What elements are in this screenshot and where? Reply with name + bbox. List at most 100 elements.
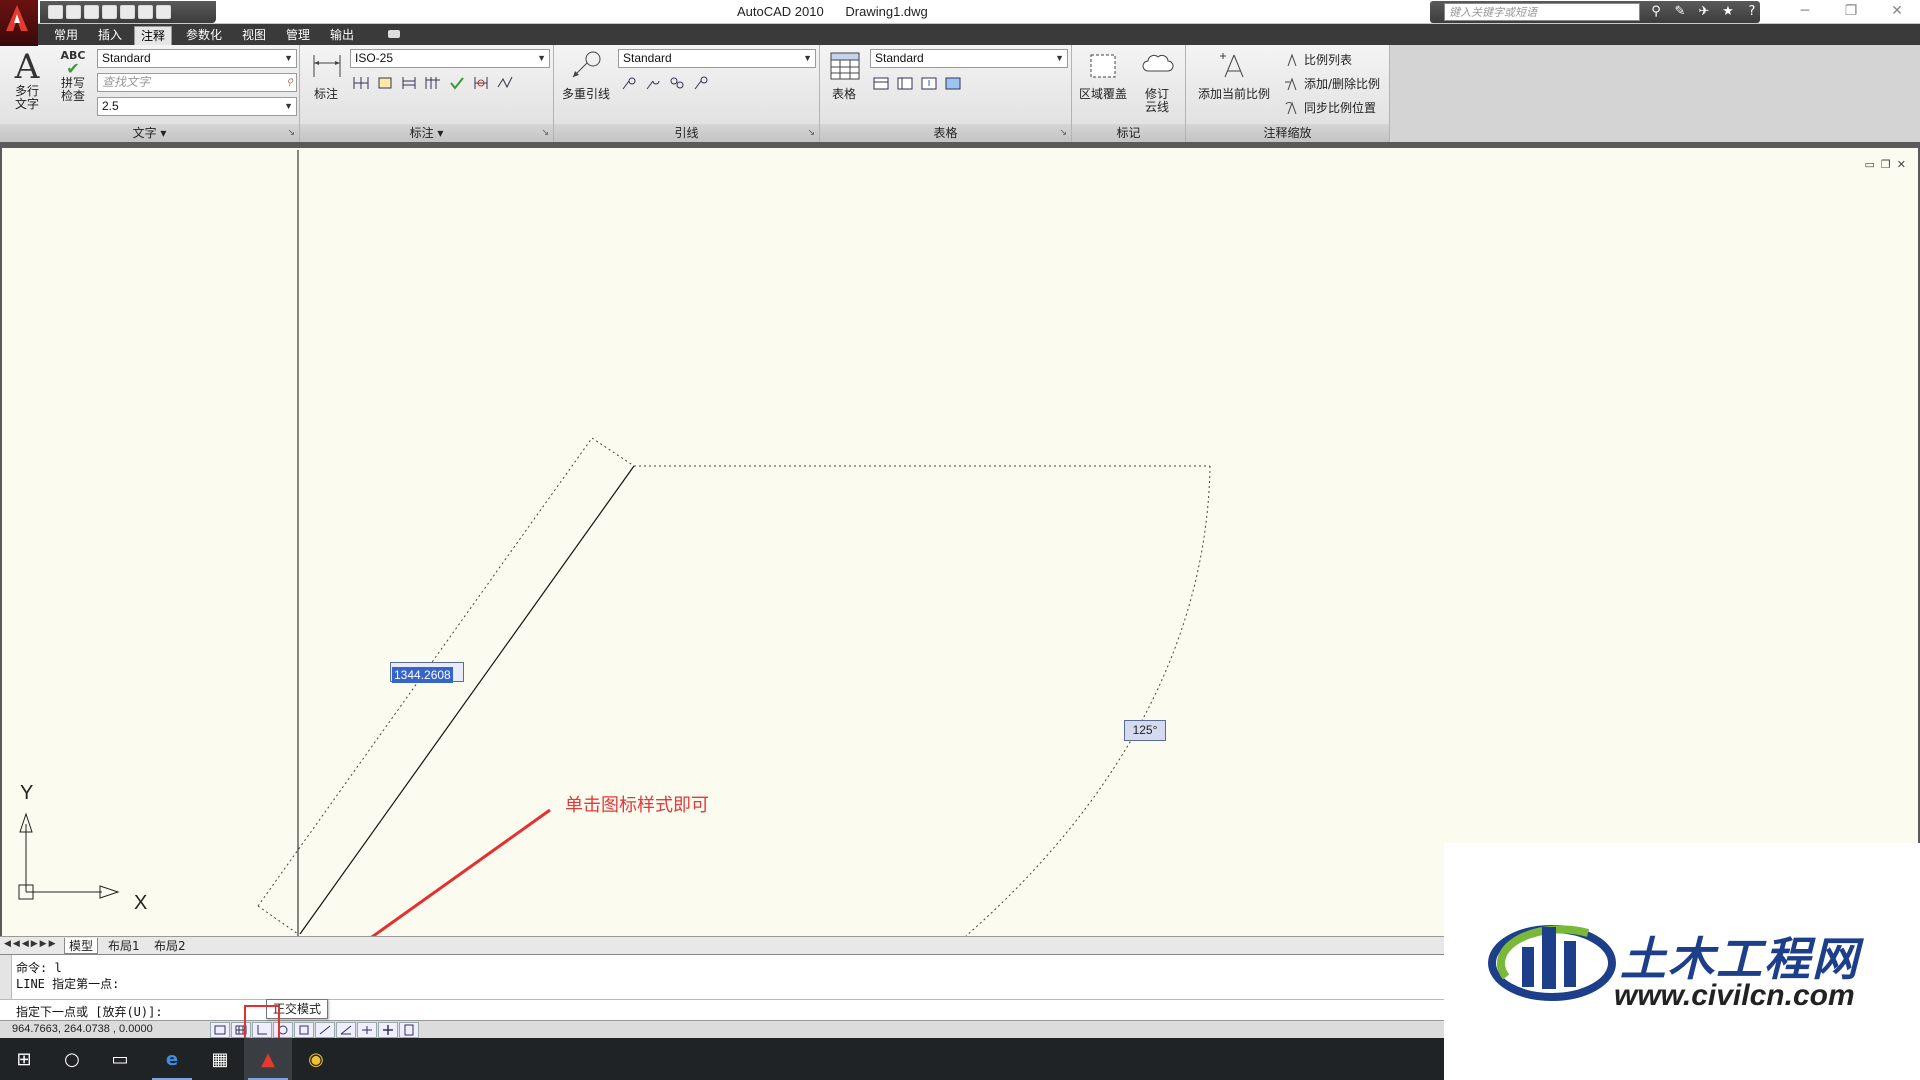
cortana-search-icon[interactable]: ○ (48, 1038, 96, 1080)
text-panel-footer[interactable]: 文字 ▾ ↘ (0, 124, 299, 142)
mleader-style-select[interactable]: Standard ▼ (618, 49, 816, 68)
ducs-icon[interactable] (336, 1022, 356, 1038)
dimensions-panel-footer[interactable]: 标注 ▾ ↘ (300, 124, 553, 142)
inspect-dim-icon[interactable] (470, 73, 492, 93)
layout-nav-arrows-icon[interactable]: ◀◀◀▶▶▶ (4, 939, 58, 949)
add-current-scale-button[interactable]: 添加当前比例 (1196, 49, 1272, 101)
multileader-button[interactable]: 多重引线 (560, 49, 612, 101)
annotation-arrow (370, 808, 551, 936)
dynamic-input-icon[interactable] (357, 1022, 377, 1038)
snap-mode-icon[interactable] (210, 1022, 230, 1038)
annotation-scaling-panel: 添加当前比例 比例列表 添加/删除比例 同步比例位置 注释缩放 (1186, 45, 1390, 142)
new-icon[interactable] (48, 5, 63, 19)
jogged-dim-icon[interactable] (494, 73, 516, 93)
command-history-line: 命令: l (16, 961, 62, 975)
add-delete-scales-button[interactable]: 添加/删除比例 (1284, 75, 1380, 92)
link-data-icon[interactable] (894, 73, 916, 93)
tab-layout2[interactable]: 布局2 (150, 938, 190, 954)
restore-button[interactable]: ❐ (1828, 0, 1874, 24)
help-icon[interactable]: ? (1744, 4, 1760, 20)
find-text-input[interactable]: 查找文字 ⚲ (97, 73, 297, 92)
redo-icon[interactable] (120, 5, 135, 19)
coordinate-readout[interactable]: 964.7663, 264.0738 , 0.0000 (12, 1023, 153, 1035)
baseline-dim-icon[interactable] (398, 73, 420, 93)
quick-properties-icon[interactable] (399, 1022, 419, 1038)
binoculars-icon[interactable]: ⚲ (1648, 4, 1664, 20)
dim-tools-row (350, 73, 516, 93)
remove-leader-icon[interactable] (642, 73, 664, 93)
drawing-restore-icon[interactable]: ❐ (1881, 158, 1891, 171)
drawing-close-icon[interactable]: ✕ (1897, 158, 1906, 171)
quick-dim-icon[interactable] (350, 73, 372, 93)
collect-leaders-icon[interactable] (690, 73, 712, 93)
add-leader-icon[interactable] (618, 73, 640, 93)
command-prompt-input[interactable]: 指定下一点或 [放弃(U)]: (16, 1003, 163, 1020)
object-snap-icon[interactable] (294, 1022, 314, 1038)
annotation-scaling-panel-footer[interactable]: 注释缩放 (1186, 124, 1389, 142)
tab-manage[interactable]: 管理 (280, 26, 316, 45)
calculator-icon[interactable]: ▦ (196, 1038, 244, 1080)
tab-output[interactable]: 输出 (324, 26, 360, 45)
ribbon-minimize-icon[interactable] (388, 30, 400, 38)
open-icon[interactable] (66, 5, 81, 19)
tab-layout1[interactable]: 布局1 (104, 938, 144, 954)
revcloud-button[interactable]: 修订云线 (1132, 49, 1182, 114)
plot-icon[interactable] (138, 5, 153, 19)
dimension-button[interactable]: 标注 (310, 49, 342, 101)
align-leaders-icon[interactable] (666, 73, 688, 93)
table-button[interactable]: 表格 (828, 49, 860, 101)
edge-browser-icon[interactable]: e (148, 1038, 196, 1080)
drawing-minimize-icon[interactable]: ▭ (1865, 158, 1875, 171)
otrack-icon[interactable] (315, 1022, 335, 1038)
task-view-icon[interactable]: ▭ (96, 1038, 144, 1080)
dim-space-icon[interactable] (422, 73, 444, 93)
search-input[interactable]: 键入关键字或短语 (1444, 3, 1640, 21)
autocad-logo-icon (6, 5, 28, 31)
mtext-button[interactable]: A 多行文字 (10, 49, 44, 111)
command-history-line: LINE 指定第一点: (16, 977, 120, 991)
tab-model[interactable]: 模型 (64, 938, 99, 954)
revcloud-icon (1142, 54, 1174, 72)
spell-check-button[interactable]: ABC ✔ 拼写检查 (56, 49, 90, 103)
scale-list-button[interactable]: 比例列表 (1284, 51, 1352, 68)
command-window-handle[interactable] (0, 955, 12, 999)
length-dynamic-input[interactable]: 1344.2608 (390, 662, 464, 683)
drawing-canvas[interactable]: ▭ ❐ ✕ 1344.2608 125° 单击图标样式即可 Y X (2, 148, 1918, 936)
favorites-icon[interactable]: ★ (1720, 4, 1736, 20)
windows-start-icon[interactable]: ⊞ (0, 1038, 48, 1080)
tab-home[interactable]: 常用 (48, 26, 84, 45)
upload-data-icon[interactable] (942, 73, 964, 93)
wrench-icon[interactable]: ✎ (1672, 4, 1688, 20)
sync-scale-positions-button[interactable]: 同步比例位置 (1284, 99, 1376, 116)
undo-icon[interactable] (102, 5, 117, 19)
tab-parametric[interactable]: 参数化 (180, 26, 228, 45)
lineweight-icon[interactable] (378, 1022, 398, 1038)
markup-panel-footer[interactable]: 标记 (1072, 124, 1185, 142)
dim-style-select[interactable]: ISO-25 ▼ (350, 49, 550, 68)
drafting-settings-buttons (210, 1022, 419, 1038)
minimize-button[interactable]: ─ (1782, 0, 1828, 24)
ribbon-empty-area (1390, 45, 1920, 142)
scale-list-icon (1287, 53, 1297, 66)
communication-center-icon[interactable]: ✈ (1696, 4, 1712, 20)
tables-panel-footer[interactable]: 表格 ↘ (820, 124, 1071, 142)
continue-dim-icon[interactable] (374, 73, 396, 93)
extract-data-icon[interactable] (870, 73, 892, 93)
tables-panel: 表格 Standard ▼ 表格 ↘ (820, 45, 1072, 142)
leaders-panel-footer[interactable]: 引线 ↘ (554, 124, 819, 142)
wipeout-button[interactable]: 区域覆盖 (1078, 49, 1128, 101)
text-style-select[interactable]: Standard ▼ (97, 49, 297, 68)
dim-break-icon[interactable] (446, 73, 468, 93)
download-data-icon[interactable] (918, 73, 940, 93)
save-icon[interactable] (84, 5, 99, 19)
autocad-taskbar-icon[interactable]: ▲ (244, 1038, 292, 1080)
tab-insert[interactable]: 插入 (92, 26, 128, 45)
text-height-select[interactable]: 2.5 ▼ (97, 97, 297, 116)
tab-view[interactable]: 视图 (236, 26, 272, 45)
table-style-select[interactable]: Standard ▼ (870, 49, 1068, 68)
close-button[interactable]: ✕ (1874, 0, 1920, 24)
tab-annotate[interactable]: 注释 (134, 26, 173, 45)
chrome-browser-icon[interactable]: ◉ (292, 1038, 340, 1080)
application-menu-button[interactable] (0, 0, 38, 46)
qat-dropdown-icon[interactable] (156, 5, 171, 19)
